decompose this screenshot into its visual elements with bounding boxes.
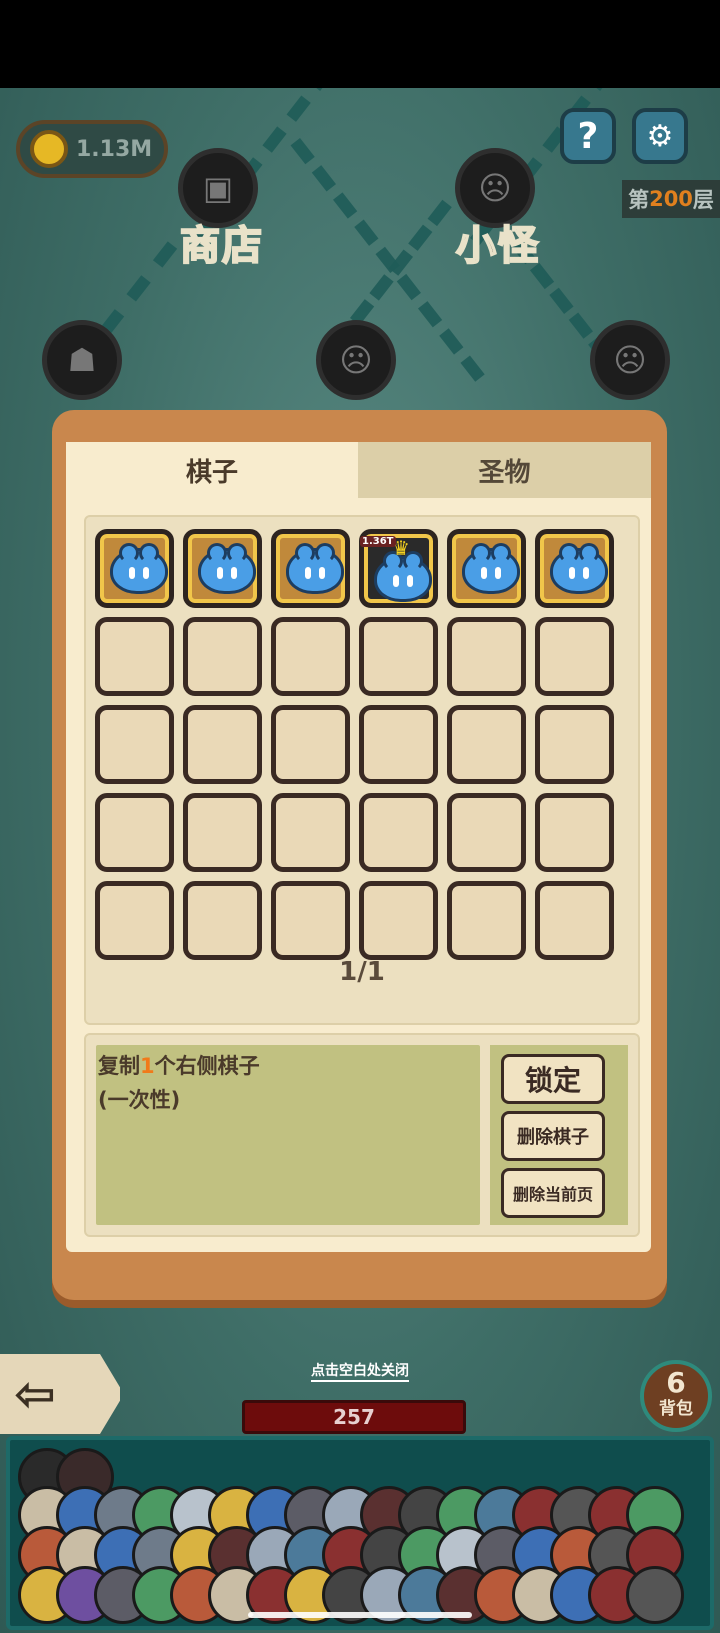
home-indicator[interactable] — [248, 1612, 472, 1618]
grid-cell-empty[interactable] — [95, 705, 174, 784]
backpack-count: 6 — [666, 1366, 686, 1399]
close-hint-text: 点击空白处关闭 — [311, 1363, 409, 1382]
delete-piece-button[interactable]: 删除棋子 — [501, 1111, 605, 1161]
settings-button[interactable]: ⚙ — [632, 108, 688, 164]
grid-cell-empty[interactable] — [271, 881, 350, 960]
floor-prefix: 第 — [628, 188, 650, 212]
grid-cell-empty[interactable] — [271, 705, 350, 784]
grid-cell-empty[interactable] — [535, 793, 614, 872]
grid-cell-empty[interactable] — [447, 881, 526, 960]
grid-cell-crowned-slime[interactable]: ♛ 1.36T — [359, 529, 438, 608]
grid-cell-empty[interactable] — [447, 617, 526, 696]
grid-cell-empty[interactable] — [183, 705, 262, 784]
coin-amount: 1.13M — [76, 136, 153, 162]
hp-bar: 257 — [242, 1400, 466, 1434]
backpack-button[interactable]: 6 背包 — [640, 1360, 712, 1432]
slime-icon — [198, 543, 256, 594]
description-box: 复制1个右侧棋子 (一次性) — [96, 1045, 480, 1225]
gear-icon: ⚙ — [646, 118, 674, 154]
slime-icon — [110, 543, 168, 594]
hp-value: 257 — [333, 1405, 375, 1429]
grid-cell-empty[interactable] — [535, 617, 614, 696]
grid-cell-empty[interactable] — [95, 881, 174, 960]
description-count: 1 — [140, 1054, 155, 1078]
panel-body: 棋子 圣物 ♛ 1.36T 1/1 复制1个右侧棋子 (一次性) 锁定 删除棋子… — [66, 442, 651, 1252]
grid-cell-empty[interactable] — [359, 617, 438, 696]
grid-cell-slime[interactable] — [271, 529, 350, 608]
grid-cell-empty[interactable] — [271, 617, 350, 696]
grid-cell-empty[interactable] — [271, 793, 350, 872]
description-line2: (一次性) — [98, 1088, 181, 1112]
grid-cell-empty[interactable] — [359, 881, 438, 960]
page-indicator: 1/1 — [339, 957, 385, 987]
grid-cell-empty[interactable] — [95, 617, 174, 696]
item-tray — [6, 1436, 714, 1630]
piece-grid: ♛ 1.36T 1/1 — [84, 515, 640, 1025]
grid-cell-empty[interactable] — [535, 705, 614, 784]
grid-cell-slime[interactable] — [183, 529, 262, 608]
grid-cell-empty[interactable] — [535, 881, 614, 960]
grid-cell-empty[interactable] — [95, 793, 174, 872]
delete-page-button[interactable]: 删除当前页 — [501, 1168, 605, 1218]
item-icon[interactable] — [626, 1566, 684, 1624]
floor-indicator: 第 200 层 — [622, 180, 720, 218]
map-node[interactable]: ☗ — [42, 320, 122, 400]
grid-cell-empty[interactable] — [447, 793, 526, 872]
description-text: 复制1个右侧棋子 (一次性) — [98, 1049, 260, 1117]
backpack-label: 背包 — [659, 1399, 693, 1419]
grid-cell-slime[interactable] — [535, 529, 614, 608]
grid-cell-empty[interactable] — [359, 705, 438, 784]
slime-icon — [374, 551, 432, 602]
status-bar — [0, 0, 720, 88]
coin-icon — [30, 130, 68, 168]
grid-cell-empty[interactable] — [183, 793, 262, 872]
slime-icon — [286, 543, 344, 594]
lock-button[interactable]: 锁定 — [501, 1054, 605, 1104]
slime-icon — [462, 543, 520, 594]
grid-cell-slime[interactable] — [447, 529, 526, 608]
help-icon: ? — [577, 115, 599, 157]
grid-cell-empty[interactable] — [447, 705, 526, 784]
description-area: 复制1个右侧棋子 (一次性) 锁定 删除棋子 删除当前页 — [84, 1033, 640, 1237]
minion-node-label: 小怪 — [455, 222, 540, 270]
grid-cell-empty[interactable] — [359, 793, 438, 872]
coin-counter: 1.13M — [16, 120, 168, 178]
description-prefix: 复制 — [98, 1054, 140, 1078]
back-button[interactable]: ⇦ — [0, 1354, 120, 1434]
grid-cell-slime[interactable] — [95, 529, 174, 608]
piece-panel: 棋子 圣物 ♛ 1.36T 1/1 复制1个右侧棋子 (一次性) 锁定 删除棋子… — [52, 410, 667, 1300]
map-node[interactable]: ☹ — [590, 320, 670, 400]
floor-suffix: 层 — [692, 188, 714, 212]
tab-relics[interactable]: 圣物 — [358, 442, 651, 498]
description-suffix: 个右侧棋子 — [154, 1054, 260, 1078]
piece-value-badge: 1.36T — [360, 536, 396, 547]
slime-icon — [550, 543, 608, 594]
grid-cell-empty[interactable] — [183, 881, 262, 960]
floor-number: 200 — [649, 187, 693, 211]
back-arrow-icon: ⇦ — [14, 1365, 56, 1423]
grid-cell-empty[interactable] — [183, 617, 262, 696]
tab-pieces[interactable]: 棋子 — [66, 442, 358, 498]
help-button[interactable]: ? — [560, 108, 616, 164]
map-node[interactable]: ☹ — [316, 320, 396, 400]
action-buttons: 锁定 删除棋子 删除当前页 — [490, 1045, 628, 1225]
shop-node-label: 商店 — [179, 222, 264, 270]
